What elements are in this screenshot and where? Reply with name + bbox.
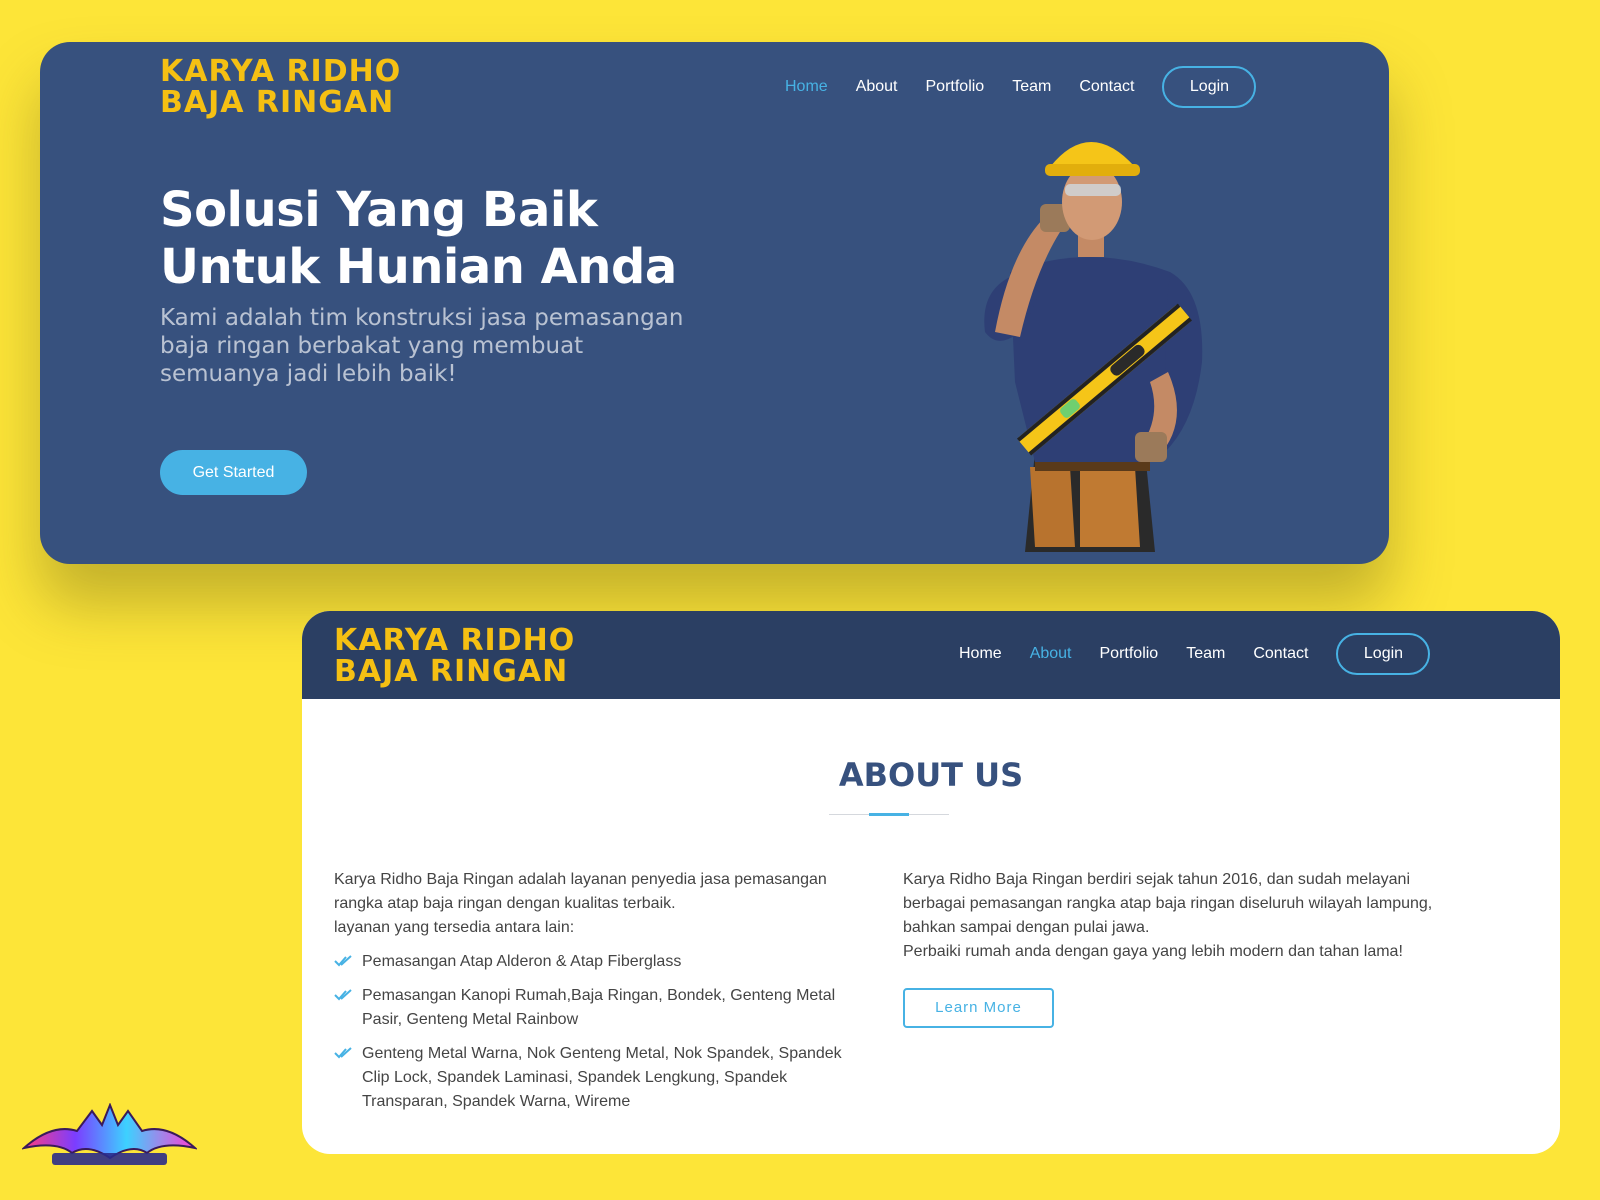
nav-portfolio[interactable]: Portfolio — [1100, 645, 1159, 663]
about-tagline: Perbaiki rumah anda dengan gaya yang leb… — [903, 943, 1403, 960]
services-list: Pemasangan Atap Alderon & Atap Fiberglas… — [334, 950, 864, 1114]
hero-subtitle: Kami adalah tim konstruksi jasa pemasang… — [160, 305, 684, 387]
about-history: Karya Ridho Baja Ringan berdiri sejak ta… — [903, 871, 1433, 936]
about-intro: Karya Ridho Baja Ringan adalah layanan p… — [334, 871, 827, 912]
get-started-button[interactable]: Get Started — [160, 450, 307, 495]
login-button[interactable]: Login — [1162, 66, 1257, 108]
bat-logo-mark — [22, 1103, 197, 1165]
nav-team[interactable]: Team — [1186, 645, 1225, 663]
nav-contact[interactable]: Contact — [1079, 78, 1134, 96]
about-header: KARYA RIDHO BAJA RINGAN Home About Portf… — [302, 611, 1560, 699]
site-logo[interactable]: KARYA RIDHO BAJA RINGAN — [160, 56, 401, 118]
about-card: KARYA RIDHO BAJA RINGAN Home About Portf… — [302, 611, 1560, 1154]
logo-line-1: KARYA RIDHO — [334, 623, 576, 658]
service-text: Pemasangan Kanopi Rumah,Baja Ringan, Bon… — [362, 987, 836, 1028]
nav-contact[interactable]: Contact — [1253, 645, 1308, 663]
main-nav: Home About Portfolio Team Contact Login — [785, 66, 1257, 108]
list-item: Pemasangan Kanopi Rumah,Baja Ringan, Bon… — [334, 984, 864, 1032]
list-item: Genteng Metal Warna, Nok Genteng Metal, … — [334, 1042, 864, 1114]
nav-home[interactable]: Home — [959, 645, 1002, 663]
nav-home[interactable]: Home — [785, 78, 828, 96]
nav-portfolio[interactable]: Portfolio — [926, 78, 985, 96]
nav-team[interactable]: Team — [1012, 78, 1051, 96]
main-nav: Home About Portfolio Team Contact Login — [959, 633, 1431, 675]
title-divider-accent — [869, 813, 909, 816]
about-right-column: Karya Ridho Baja Ringan berdiri sejak ta… — [903, 868, 1443, 1028]
nav-about[interactable]: About — [856, 78, 898, 96]
nav-about[interactable]: About — [1030, 645, 1072, 663]
logo-line-2: BAJA RINGAN — [160, 85, 395, 120]
hero-title: Solusi Yang Baik Untuk Hunian Anda — [160, 182, 677, 295]
double-check-icon — [334, 955, 352, 967]
login-button[interactable]: Login — [1336, 633, 1431, 675]
section-title: ABOUT US — [838, 756, 1024, 794]
double-check-icon — [334, 989, 352, 1001]
service-text: Pemasangan Atap Alderon & Atap Fiberglas… — [362, 953, 682, 970]
logo-line-1: KARYA RIDHO — [160, 54, 402, 89]
logo-line-2: BAJA RINGAN — [334, 654, 569, 689]
construction-worker-image — [984, 142, 1203, 552]
double-check-icon — [334, 1047, 352, 1059]
list-item: Pemasangan Atap Alderon & Atap Fiberglas… — [334, 950, 864, 974]
learn-more-button[interactable]: Learn More — [903, 988, 1054, 1028]
service-text: Genteng Metal Warna, Nok Genteng Metal, … — [362, 1045, 842, 1110]
about-left-column: Karya Ridho Baja Ringan adalah layanan p… — [334, 868, 864, 1124]
services-intro: layanan yang tersedia antara lain: — [334, 919, 575, 936]
site-logo[interactable]: KARYA RIDHO BAJA RINGAN — [334, 625, 575, 687]
hero-card: KARYA RIDHO BAJA RINGAN Home About Portf… — [40, 42, 1389, 564]
